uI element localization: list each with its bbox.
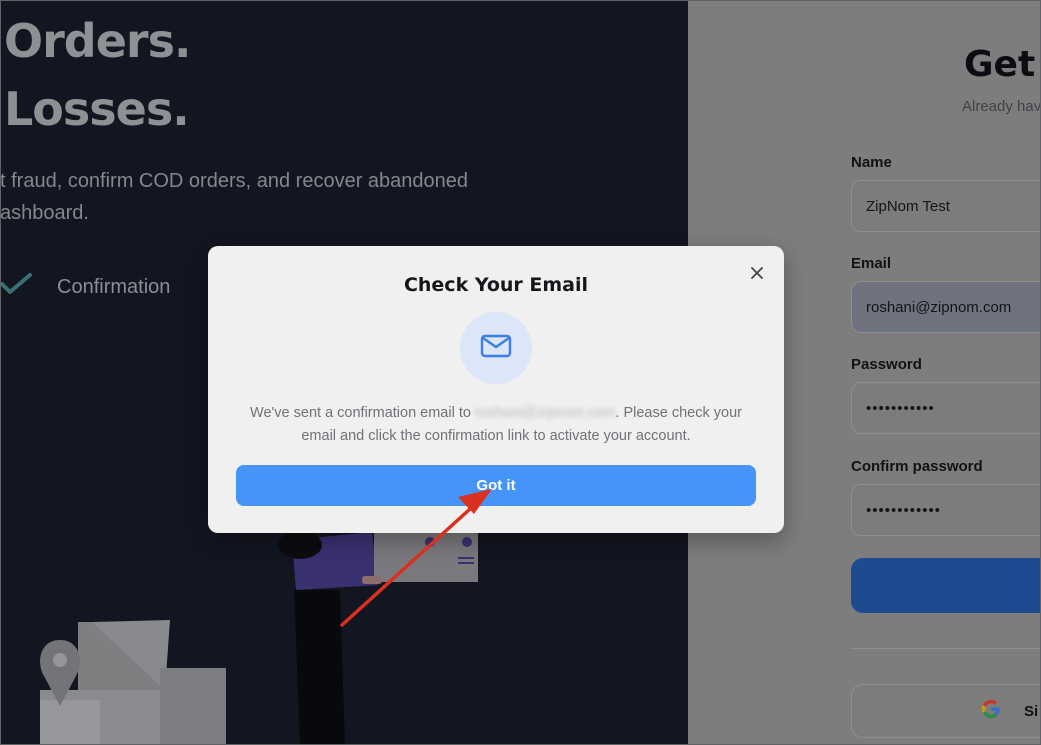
name-input-value: ZipNom Test [866, 197, 950, 215]
mail-icon [480, 333, 512, 364]
illustration-person-legs [294, 590, 345, 745]
modal-message-prefix: We've sent a confirmation email to [250, 405, 475, 421]
submit-button[interactable] [851, 558, 1041, 613]
check-email-modal: Check Your Email We've sent a confirmati… [208, 246, 784, 533]
email-label: Email [851, 255, 892, 272]
email-input[interactable]: roshani@zipnom.com [851, 281, 1041, 333]
confirm-password-label: Confirm password [851, 458, 983, 475]
google-signin-button[interactable]: Si [851, 684, 1041, 738]
redacted-email: roshani@zipnom.com [474, 405, 616, 421]
password-label: Password [851, 356, 922, 373]
google-icon [980, 698, 1002, 725]
confirm-password-input-value: •••••••••••• [866, 501, 942, 519]
name-input[interactable]: ZipNom Test [851, 180, 1041, 232]
email-input-value: roshani@zipnom.com [866, 298, 1012, 316]
mail-icon-container [460, 312, 532, 384]
google-button-label: Si [1024, 702, 1039, 720]
modal-title: Check Your Email [403, 274, 589, 296]
password-input[interactable]: ••••••••••• [851, 382, 1041, 434]
divider [851, 648, 1041, 649]
name-label: Name [851, 154, 892, 171]
got-it-button[interactable]: Got it [236, 465, 756, 506]
close-icon[interactable] [748, 264, 766, 282]
form-title: Get [964, 44, 1036, 85]
illustration-box [374, 528, 478, 582]
confirm-password-input[interactable]: •••••••••••• [851, 484, 1041, 536]
form-subtitle: Already hav [962, 98, 1041, 115]
modal-message: We've sent a confirmation email to rosha… [232, 402, 760, 448]
password-input-value: ••••••••••• [866, 399, 935, 417]
